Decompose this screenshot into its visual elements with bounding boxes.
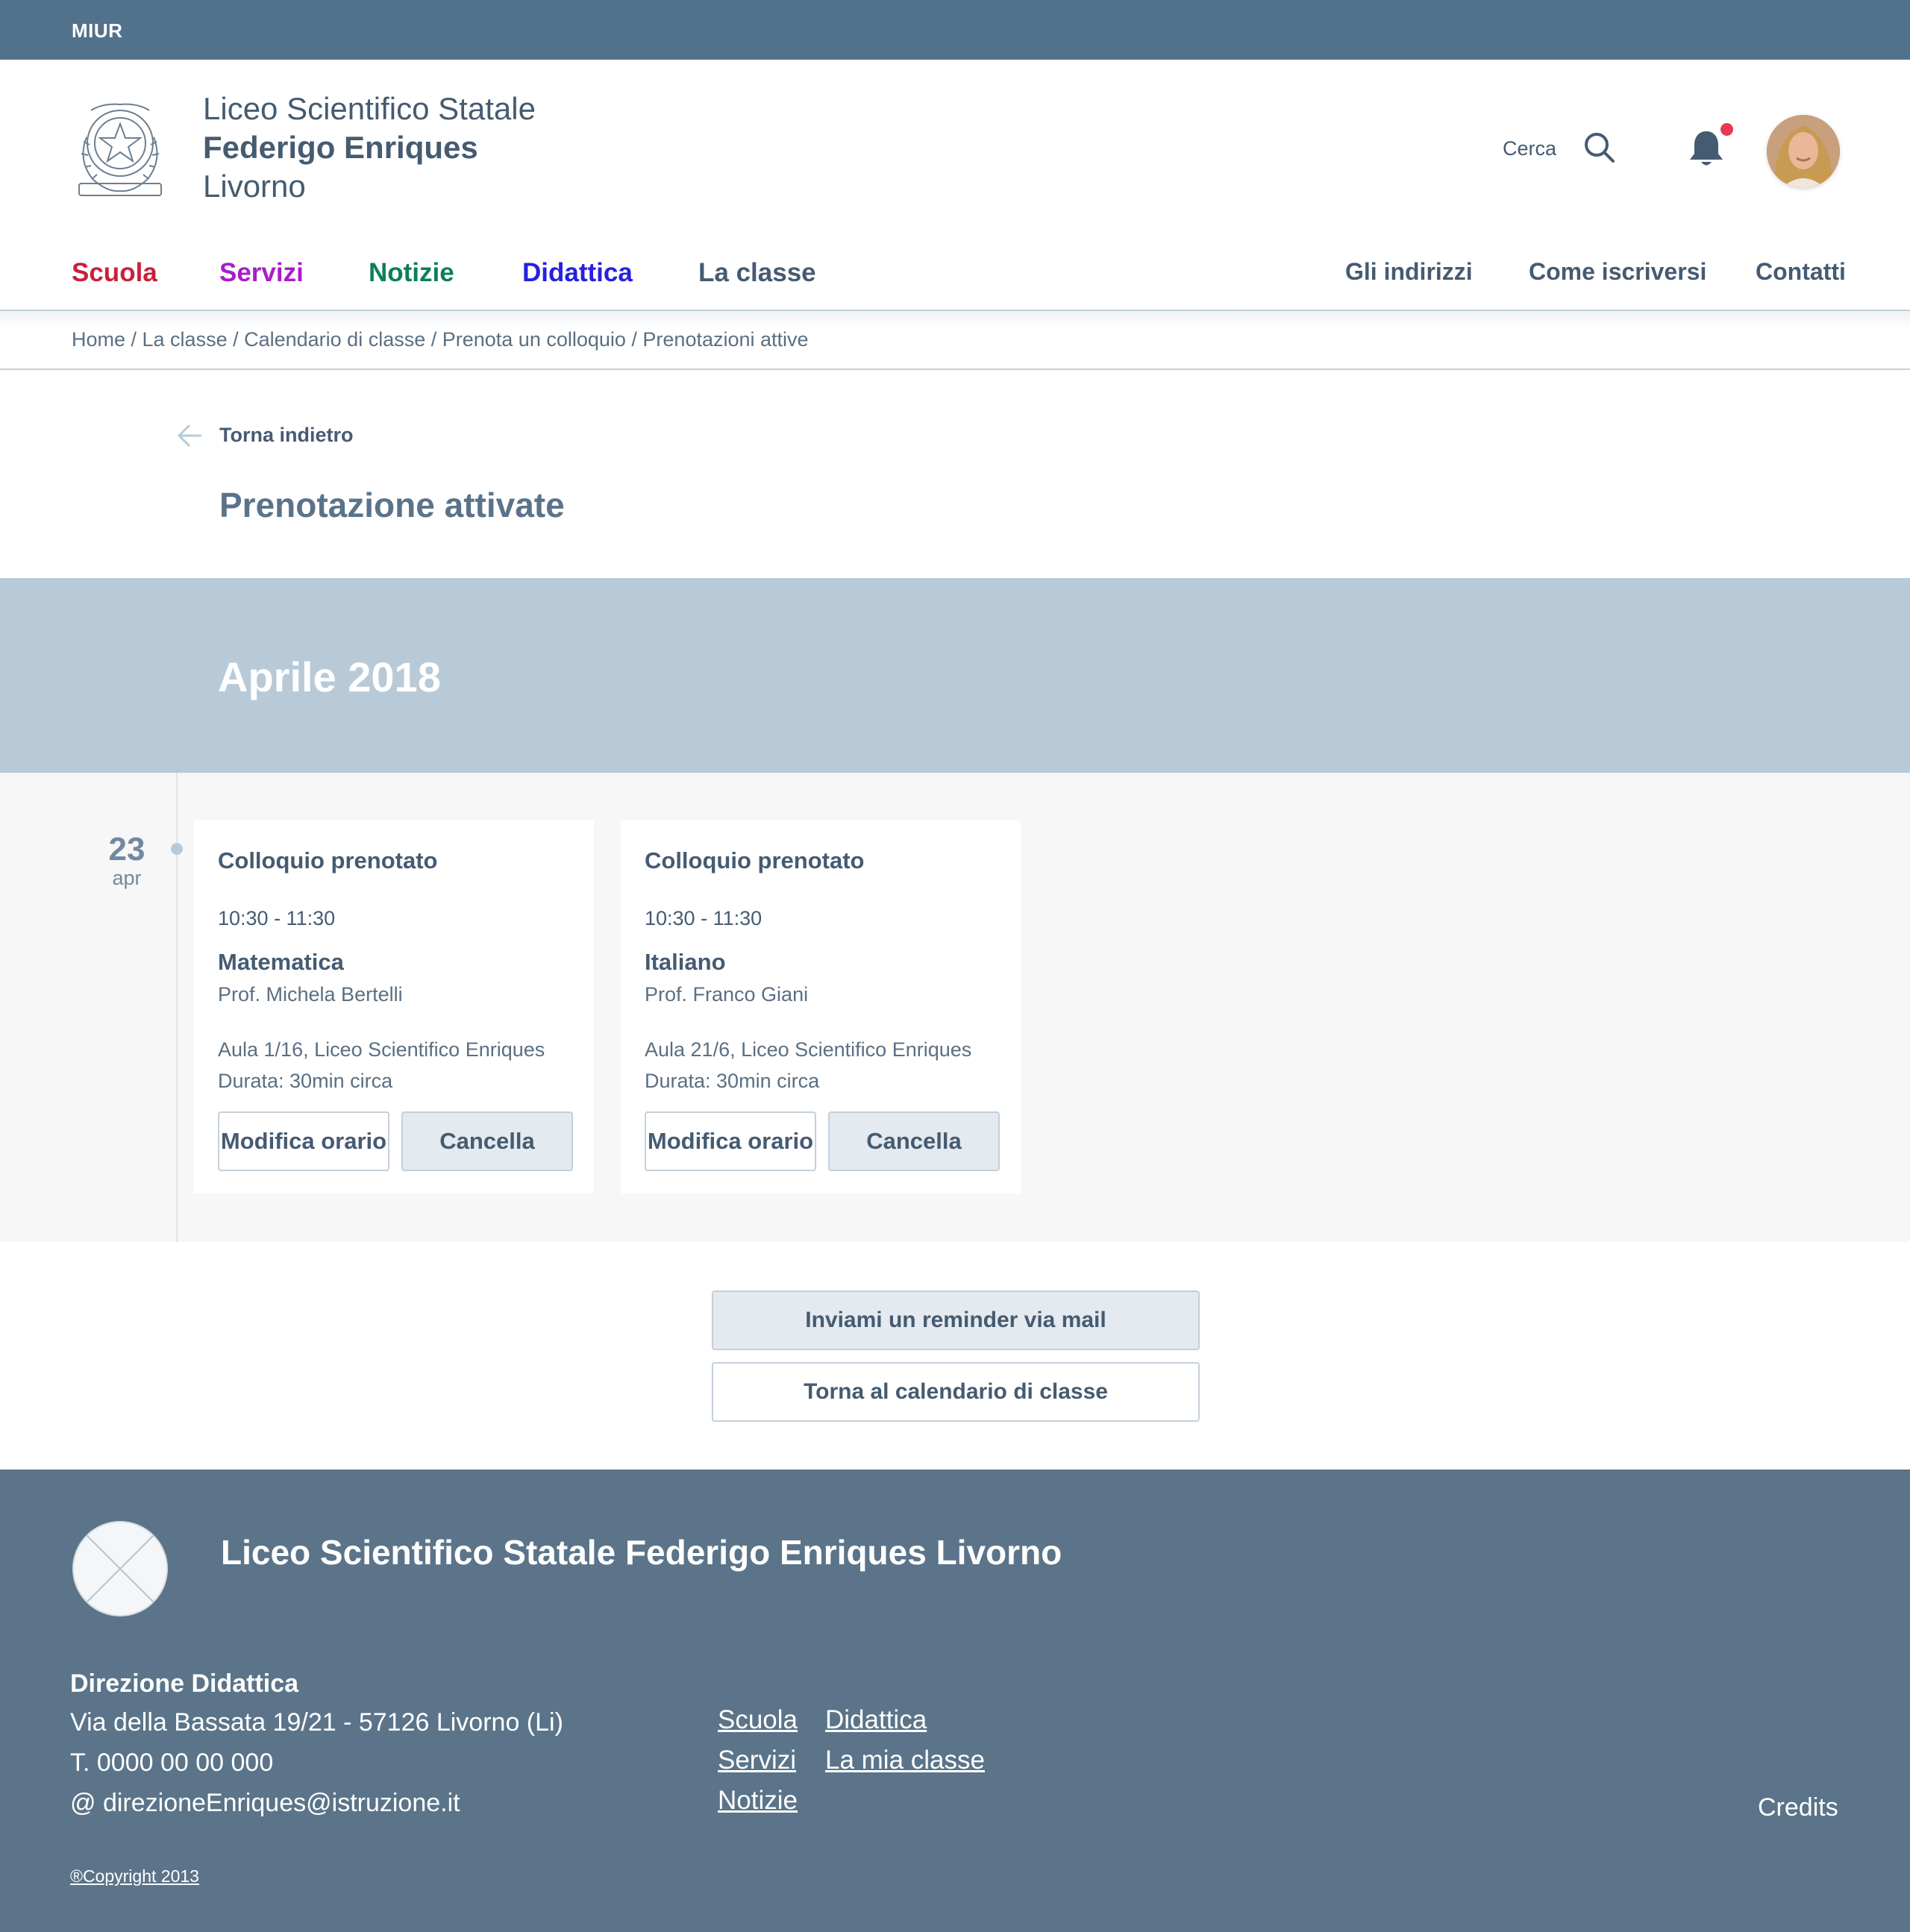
booking-card: Colloquio prenotato 10:30 - 11:30 Matema… xyxy=(194,821,594,1194)
booking-subject: Italiano xyxy=(645,949,726,975)
nav-notizie-label: Notizie xyxy=(369,258,454,287)
page-title: Prenotazione attivate xyxy=(219,486,565,524)
nav-scuola[interactable]: Scuola xyxy=(72,258,157,288)
nav-la-classe-label: La classe xyxy=(698,258,816,287)
footer-email[interactable]: @ direzioneEnriques@istruzione.it xyxy=(70,1789,460,1818)
booking-duration: Durata: 30min circa xyxy=(218,1070,393,1092)
month-label: Aprile 2018 xyxy=(218,653,441,700)
cancel-booking-button[interactable]: Cancella xyxy=(401,1111,573,1171)
nav-notizie[interactable]: Notizie xyxy=(369,258,454,288)
nav-contatti[interactable]: Contatti xyxy=(1756,258,1846,286)
nav-gli-indirizzi[interactable]: Gli indirizzi xyxy=(1345,258,1473,286)
timeline-dot xyxy=(171,843,183,855)
booking-time: 10:30 - 11:30 xyxy=(218,907,336,929)
school-name-line3: Livorno xyxy=(203,169,306,204)
nav-scuola-label: Scuola xyxy=(72,258,157,287)
back-to-calendar-button[interactable]: Torna al calendario di classe xyxy=(712,1362,1200,1422)
search-icon[interactable] xyxy=(1583,131,1616,164)
search-label[interactable]: Cerca xyxy=(1503,137,1556,160)
nav-come-iscriversi[interactable]: Come iscriversi xyxy=(1529,258,1706,286)
nav-la-classe[interactable]: La classe xyxy=(698,258,816,288)
footer-link-scuola[interactable]: Scuola xyxy=(718,1705,798,1735)
cancel-booking-button[interactable]: Cancella xyxy=(828,1111,1000,1171)
breadcrumb-divider xyxy=(0,368,1910,370)
modify-time-button[interactable]: Modifica orario xyxy=(645,1111,816,1171)
notification-badge xyxy=(1720,123,1733,136)
school-logo-placeholder-icon xyxy=(72,1521,168,1616)
user-avatar-icon xyxy=(1767,115,1840,188)
nav-shadow xyxy=(0,311,1910,327)
arrow-left-icon[interactable] xyxy=(176,423,203,448)
month-header: Aprile 2018 xyxy=(0,578,1910,773)
footer-phone: T. 0000 00 00 000 xyxy=(70,1748,274,1777)
back-link[interactable]: Torna indietro xyxy=(219,424,354,447)
booking-professor: Prof. Franco Giani xyxy=(645,983,809,1006)
nav-servizi-label: Servizi xyxy=(219,258,304,287)
school-name-line2: Federigo Enriques xyxy=(203,130,478,165)
booking-professor: Prof. Michela Bertelli xyxy=(218,983,403,1006)
school-name-line1: Liceo Scientifico Statale xyxy=(203,91,536,126)
booking-room: Aula 1/16, Liceo Scientifico Enriques xyxy=(218,1038,545,1061)
booking-duration: Durata: 30min circa xyxy=(645,1070,820,1092)
top-bar: MIUR xyxy=(0,0,1910,60)
bookings-timeline: 23 apr Colloquio prenotato 10:30 - 11:30… xyxy=(0,773,1910,1242)
booking-title: Colloquio prenotato xyxy=(218,847,438,874)
booking-time: 10:30 - 11:30 xyxy=(645,907,763,929)
footer-title: Liceo Scientifico Statale Federigo Enriq… xyxy=(221,1533,1062,1572)
booking-card: Colloquio prenotato 10:30 - 11:30 Italia… xyxy=(621,821,1021,1194)
footer-credits[interactable]: Credits xyxy=(1758,1793,1838,1822)
breadcrumb[interactable]: Home / La classe / Calendario di classe … xyxy=(72,328,809,351)
footer-link-notizie[interactable]: Notizie xyxy=(718,1786,798,1816)
day-number: 23 xyxy=(108,831,145,868)
republic-emblem-icon[interactable] xyxy=(70,92,170,203)
booking-room: Aula 21/6, Liceo Scientifico Enriques xyxy=(645,1038,972,1061)
user-avatar[interactable] xyxy=(1767,115,1840,188)
nav-didattica[interactable]: Didattica xyxy=(522,258,633,288)
footer-link-la-mia-classe[interactable]: La mia classe xyxy=(825,1746,985,1775)
footer-link-didattica[interactable]: Didattica xyxy=(825,1705,927,1735)
school-name[interactable]: Liceo Scientifico Statale Federigo Enriq… xyxy=(203,90,536,206)
nav-didattica-label: Didattica xyxy=(522,258,633,287)
bell-icon[interactable] xyxy=(1688,128,1725,169)
footer-address: Via della Bassata 19/21 - 57126 Livorno … xyxy=(70,1708,563,1737)
footer-copyright[interactable]: ®Copyright 2013 xyxy=(70,1866,199,1886)
miur-link[interactable]: MIUR xyxy=(72,19,122,43)
modify-time-button[interactable]: Modifica orario xyxy=(218,1111,389,1171)
day-month: apr xyxy=(112,867,142,889)
nav-servizi[interactable]: Servizi xyxy=(219,258,304,288)
footer-direction: Direzione Didattica xyxy=(70,1669,299,1698)
booking-title: Colloquio prenotato xyxy=(645,847,865,874)
send-reminder-button[interactable]: Inviami un reminder via mail xyxy=(712,1290,1200,1350)
booking-subject: Matematica xyxy=(218,949,344,975)
footer: Liceo Scientifico Statale Federigo Enriq… xyxy=(0,1470,1910,1932)
footer-link-servizi[interactable]: Servizi xyxy=(718,1746,796,1775)
